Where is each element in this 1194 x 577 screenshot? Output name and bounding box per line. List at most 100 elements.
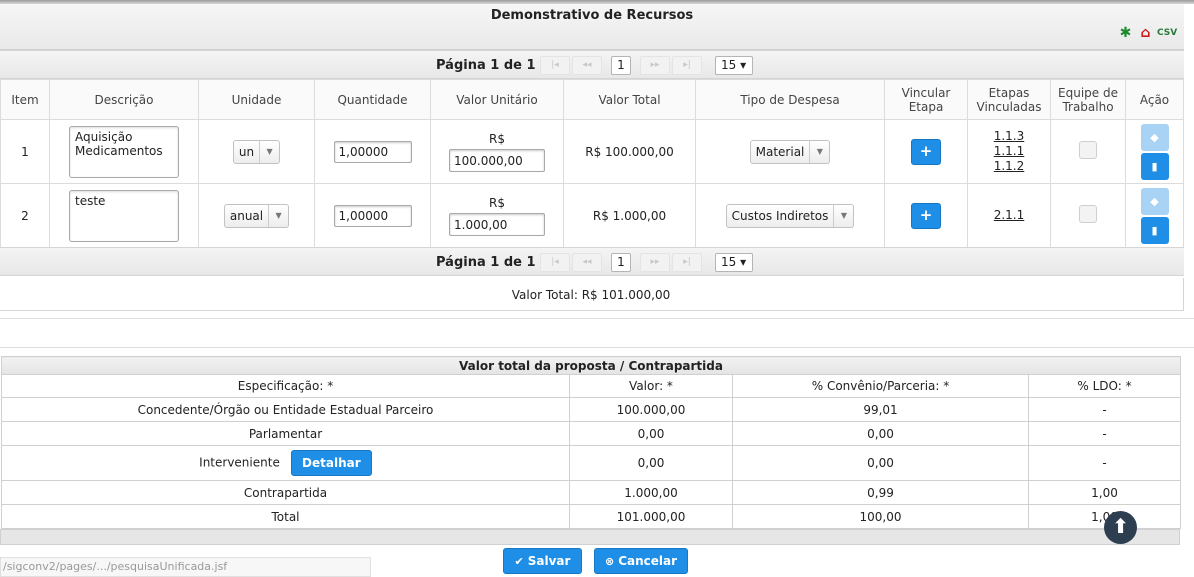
currency-label: R$ [489, 195, 505, 210]
first-page-button[interactable]: |◂ [540, 253, 570, 272]
detalhar-button[interactable]: Detalhar [290, 450, 372, 476]
valor-unitario-input[interactable]: 100.000,00 [449, 148, 545, 172]
summary-cell: Total [1, 504, 570, 529]
page-indicator: Página 1 de 1 [436, 255, 536, 270]
status-url: /sigconv2/pages/.../pesquisaUnificada.js… [0, 557, 371, 577]
cancel-button-label: Cancelar [618, 554, 678, 568]
tag-icon[interactable]: ◆ [1140, 123, 1169, 151]
valor-total-cell: R$ 100.000,00 [563, 119, 696, 184]
summary-title: Valor total da proposta / Contrapartida [1, 356, 1181, 375]
summary-cell: 101.000,00 [569, 504, 733, 529]
page-indicator: Página 1 de 1 [436, 58, 536, 73]
equipe-checkbox[interactable] [1079, 141, 1097, 159]
col-header-item: Item [0, 79, 50, 120]
vincular-etapa-button[interactable]: + [911, 202, 941, 229]
prev-page-button[interactable]: ◂◂ [572, 253, 602, 272]
scroll-to-top-icon[interactable]: ⬆ [1104, 511, 1137, 544]
save-button-label: Salvar [527, 554, 571, 568]
row-item-number: 1 [0, 119, 50, 184]
summary-row: Contrapartida 1.000,00 0,99 1,00 [1, 480, 1181, 505]
summary-cell: Parlamentar [1, 421, 570, 446]
summary-cell: 0,00 [732, 421, 1029, 446]
equipe-checkbox[interactable] [1079, 205, 1097, 223]
divider [0, 318, 1194, 319]
col-header-equipe-trabalho: Equipe de Trabalho [1050, 79, 1126, 120]
trash-icon[interactable]: ▮ [1140, 152, 1169, 180]
unidade-value: un [238, 144, 255, 159]
unidade-value: anual [229, 208, 264, 223]
rows-per-page-select[interactable]: 15 ▾ [715, 56, 753, 75]
col-header-quantidade: Quantidade [314, 79, 431, 120]
tipo-despesa-select[interactable]: Material ▼ [749, 139, 831, 164]
valor-unitario-input[interactable]: 1.000,00 [449, 212, 545, 236]
quantidade-input[interactable]: 1,00000 [333, 140, 412, 163]
csv-icon[interactable]: CSV [1157, 25, 1177, 42]
col-header-tipo-despesa: Tipo de Despesa [695, 79, 885, 120]
summary-header-row: Especificação: * Valor: * % Convênio/Par… [1, 374, 1181, 398]
unidade-select[interactable]: un ▼ [232, 139, 281, 164]
summary-header-convenio: % Convênio/Parceria: * [732, 374, 1029, 398]
paginator-top: Página 1 de 1 |◂ ◂◂ 1 ▸▸ ▸| 15 ▾ [0, 50, 1184, 79]
summary-cell: - [1028, 397, 1181, 422]
check-icon: ✔ [514, 555, 524, 568]
unidade-select[interactable]: anual ▼ [223, 203, 290, 228]
chevron-down-icon: ▼ [268, 204, 288, 227]
quantidade-input[interactable]: 1,00000 [333, 204, 412, 227]
panel-header: Demonstrativo de Recursos ✱ ⌂ CSV [0, 4, 1184, 50]
row-item-number: 2 [0, 183, 50, 248]
cancel-button[interactable]: ⊗ Cancelar [594, 548, 688, 574]
summary-cell: - [1028, 445, 1181, 481]
summary-header-especificacao: Especificação: * [1, 374, 570, 398]
tag-icon[interactable]: ◆ [1140, 187, 1169, 215]
summary-cell: 0,00 [569, 445, 733, 481]
page-number-button[interactable]: 1 [611, 253, 631, 272]
tipo-despesa-select[interactable]: Custos Indiretos ▼ [725, 203, 855, 228]
col-header-valor-total: Valor Total [563, 79, 696, 120]
summary-cell: 0,00 [732, 445, 1029, 481]
rows-per-page-select[interactable]: 15 ▾ [715, 253, 753, 272]
etapa-link[interactable]: 1.1.2 [968, 159, 1050, 174]
last-page-button[interactable]: ▸| [672, 253, 702, 272]
prev-page-button[interactable]: ◂◂ [572, 56, 602, 75]
etapa-link[interactable]: 2.1.1 [968, 208, 1050, 223]
save-button[interactable]: ✔ Salvar [503, 548, 582, 574]
first-page-button[interactable]: |◂ [540, 56, 570, 75]
summary-cell: - [1028, 421, 1181, 446]
summary-cell: 99,01 [732, 397, 1029, 422]
export-toolbar: ✱ ⌂ CSV [1117, 25, 1178, 42]
summary-cell: Interveniente [199, 455, 280, 470]
panel-title: Demonstrativo de Recursos [490, 8, 694, 23]
trash-icon[interactable]: ▮ [1140, 216, 1169, 244]
col-header-vincular-etapa: Vincular Etapa [884, 79, 968, 120]
chevron-down-icon: ▼ [259, 140, 279, 163]
chevron-down-icon: ▼ [809, 140, 829, 163]
summary-row: Total 101.000,00 100,00 1,00 [1, 504, 1181, 529]
valor-total-text: Valor Total: R$ 101.000,00 [511, 288, 671, 302]
summary-cell: 100.000,00 [569, 397, 733, 422]
excel-icon[interactable]: ✱ [1117, 25, 1134, 42]
vincular-etapa-button[interactable]: + [911, 138, 941, 165]
table-row: 1 Aquisição Medicamentos un ▼ 1,00000 R$ 1… [0, 119, 1184, 184]
descricao-textarea[interactable]: Aquisição Medicamentos [69, 125, 179, 178]
etapa-link[interactable]: 1.1.3 [968, 129, 1050, 144]
descricao-textarea[interactable]: teste [69, 189, 179, 242]
col-header-unidade: Unidade [198, 79, 315, 120]
next-page-button[interactable]: ▸▸ [640, 253, 670, 272]
summary-cell: 0,99 [732, 480, 1029, 505]
col-header-etapas-vinculadas: Etapas Vinculadas [967, 79, 1051, 120]
page-number-button[interactable]: 1 [611, 56, 631, 75]
currency-label: R$ [489, 131, 505, 146]
next-page-button[interactable]: ▸▸ [640, 56, 670, 75]
tipo-despesa-value: Custos Indiretos [731, 208, 829, 223]
etapa-link[interactable]: 1.1.1 [968, 144, 1050, 159]
chevron-down-icon: ▼ [833, 204, 853, 227]
last-page-button[interactable]: ▸| [672, 56, 702, 75]
table-header-row: Item Descrição Unidade Quantidade Valor … [0, 79, 1184, 120]
summary-row: Parlamentar 0,00 0,00 - [1, 421, 1181, 446]
summary-header-ldo: % LDO: * [1028, 374, 1181, 398]
col-header-acao: Ação [1125, 79, 1184, 120]
pdf-icon[interactable]: ⌂ [1137, 25, 1154, 42]
summary-row: Interveniente Detalhar 0,00 0,00 - [1, 445, 1181, 481]
col-header-valor-unitario: Valor Unitário [430, 79, 564, 120]
summary-cell: 1,00 [1028, 480, 1181, 505]
